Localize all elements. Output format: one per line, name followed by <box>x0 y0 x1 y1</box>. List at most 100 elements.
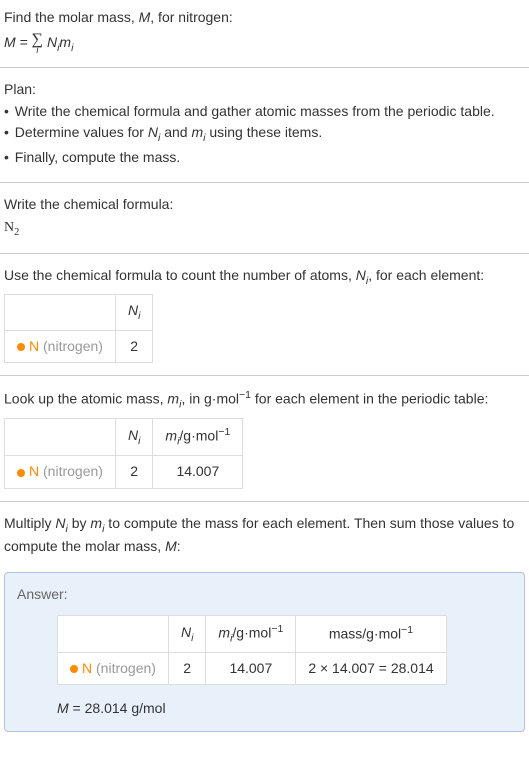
intro-text-2: , for nitrogen: <box>150 9 233 25</box>
plan-item-1-text: Write the chemical formula and gather at… <box>15 103 495 119</box>
divider <box>0 253 529 254</box>
element-name: (nitrogen) <box>43 463 103 479</box>
header-N-sub: i <box>191 631 193 643</box>
final-value: = 28.014 g/mol <box>69 700 166 716</box>
mi-symbol: m <box>191 124 203 140</box>
Ni-value: 2 <box>115 456 152 489</box>
Ni-header: Ni <box>168 615 205 652</box>
plan-item-2-a: Determine values for <box>15 124 148 140</box>
header-N: N <box>128 302 138 318</box>
formula-equals: = <box>16 34 32 50</box>
mass-header: mass/g·mol−1 <box>296 615 446 652</box>
empty-header <box>5 419 116 456</box>
header-per-gmol: /g·mol <box>232 624 271 640</box>
mi-header: mi/g·mol−1 <box>206 615 296 652</box>
bullet-icon: • <box>4 124 9 140</box>
count-table: Ni N (nitrogen) 2 <box>4 294 153 363</box>
header-per-gmol: /g·mol <box>179 428 218 444</box>
formula-m: m <box>59 34 71 50</box>
header-N: N <box>128 427 138 443</box>
empty-header <box>58 615 169 652</box>
step3-text-c: for each element in the periodic table: <box>251 391 488 407</box>
divider <box>0 67 529 68</box>
element-cell: N (nitrogen) <box>58 652 169 685</box>
step1-heading: Write the chemical formula: <box>4 195 525 215</box>
step2-text: Use the chemical formula to count the nu… <box>4 266 525 288</box>
answer-table: Ni mi/g·mol−1 mass/g·mol−1 N (nitrogen) … <box>57 615 447 686</box>
bullet-icon: • <box>4 103 9 119</box>
element-dot-icon <box>17 469 25 477</box>
mi-header: mi/g·mol−1 <box>153 419 243 456</box>
M-symbol: M <box>165 538 177 554</box>
step1-section: Write the chemical formula: N2 <box>0 187 529 249</box>
table-header-row: Ni mi/g·mol−1 <box>5 419 243 456</box>
plan-item-3: • Finally, compute the mass. <box>4 148 525 168</box>
divider <box>0 182 529 183</box>
element-dot-icon <box>17 343 25 351</box>
plan-item-2-b: and <box>160 124 191 140</box>
Ni-header: Ni <box>115 295 152 330</box>
table-header-row: Ni <box>5 295 153 330</box>
step4-text-b: by <box>68 515 91 531</box>
header-neg1: −1 <box>401 624 413 636</box>
Ni-symbol: N <box>55 515 65 531</box>
neg1-sup: −1 <box>239 389 251 401</box>
intro-text-1: Find the molar mass, <box>4 9 139 25</box>
header-N: N <box>181 624 191 640</box>
plan-item-2: • Determine values for Ni and mi using t… <box>4 123 525 145</box>
step2-text-a: Use the chemical formula to count the nu… <box>4 267 356 283</box>
header-N-sub: i <box>138 310 140 322</box>
header-m: m <box>165 428 177 444</box>
symbol-M: M <box>139 9 151 25</box>
answer-label: Answer: <box>17 585 512 605</box>
element-symbol: N <box>29 338 39 354</box>
final-M: M <box>57 700 69 716</box>
element-cell: N (nitrogen) <box>5 330 116 363</box>
empty-header <box>5 295 116 330</box>
formula-m-sub: i <box>71 42 73 54</box>
formula-element: N <box>4 220 14 235</box>
atomic-mass-table: Ni mi/g·mol−1 N (nitrogen) 2 14.007 <box>4 418 243 489</box>
sigma-sum: ∑i <box>32 32 43 55</box>
mi-symbol: m <box>90 515 102 531</box>
Ni-value: 2 <box>168 652 205 685</box>
divider <box>0 501 529 502</box>
plan-item-2-c: using these items. <box>205 124 322 140</box>
step3-text-a: Look up the atomic mass, <box>4 391 167 407</box>
step4-text-a: Multiply <box>4 515 55 531</box>
chemical-formula: N2 <box>4 218 525 240</box>
element-cell: N (nitrogen) <box>5 456 116 489</box>
molar-mass-formula: M = ∑i Nimi <box>4 32 525 56</box>
step4-section: Multiply Ni by mi to compute the mass fo… <box>0 506 529 564</box>
element-symbol: N <box>82 660 92 676</box>
step3-text: Look up the atomic mass, mi, in g·mol−1 … <box>4 388 525 412</box>
answer-box: Answer: Ni mi/g·mol−1 mass/g·mol−1 N (ni… <box>4 572 525 732</box>
Ni-symbol: N <box>356 267 366 283</box>
plan-item-3-text: Finally, compute the mass. <box>15 149 180 165</box>
step3-text-b: , in g·mol <box>181 391 239 407</box>
Ni-header: Ni <box>115 419 152 456</box>
table-header-row: Ni mi/g·mol−1 mass/g·mol−1 <box>58 615 447 652</box>
step2-section: Use the chemical formula to count the nu… <box>0 258 529 372</box>
Ni-symbol: N <box>148 124 158 140</box>
formula-M: M <box>4 34 16 50</box>
header-m: m <box>218 624 230 640</box>
mi-symbol: m <box>167 391 179 407</box>
header-neg1: −1 <box>271 623 283 635</box>
Ni-value: 2 <box>115 330 152 363</box>
element-symbol: N <box>29 463 39 479</box>
step4-text-d: : <box>177 538 181 554</box>
element-name: (nitrogen) <box>43 338 103 354</box>
plan-section: Plan: • Write the chemical formula and g… <box>0 72 529 177</box>
step4-text: Multiply Ni by mi to compute the mass fo… <box>4 514 525 556</box>
mi-value: 14.007 <box>206 652 296 685</box>
formula-subscript: 2 <box>14 227 19 238</box>
bullet-icon: • <box>4 149 9 165</box>
header-neg1: −1 <box>218 426 230 438</box>
mass-value: 2 × 14.007 = 28.014 <box>296 652 446 685</box>
header-N-sub: i <box>138 435 140 447</box>
plan-heading: Plan: <box>4 80 525 100</box>
step2-text-b: , for each element: <box>368 267 484 283</box>
step3-section: Look up the atomic mass, mi, in g·mol−1 … <box>0 380 529 497</box>
element-name: (nitrogen) <box>96 660 156 676</box>
